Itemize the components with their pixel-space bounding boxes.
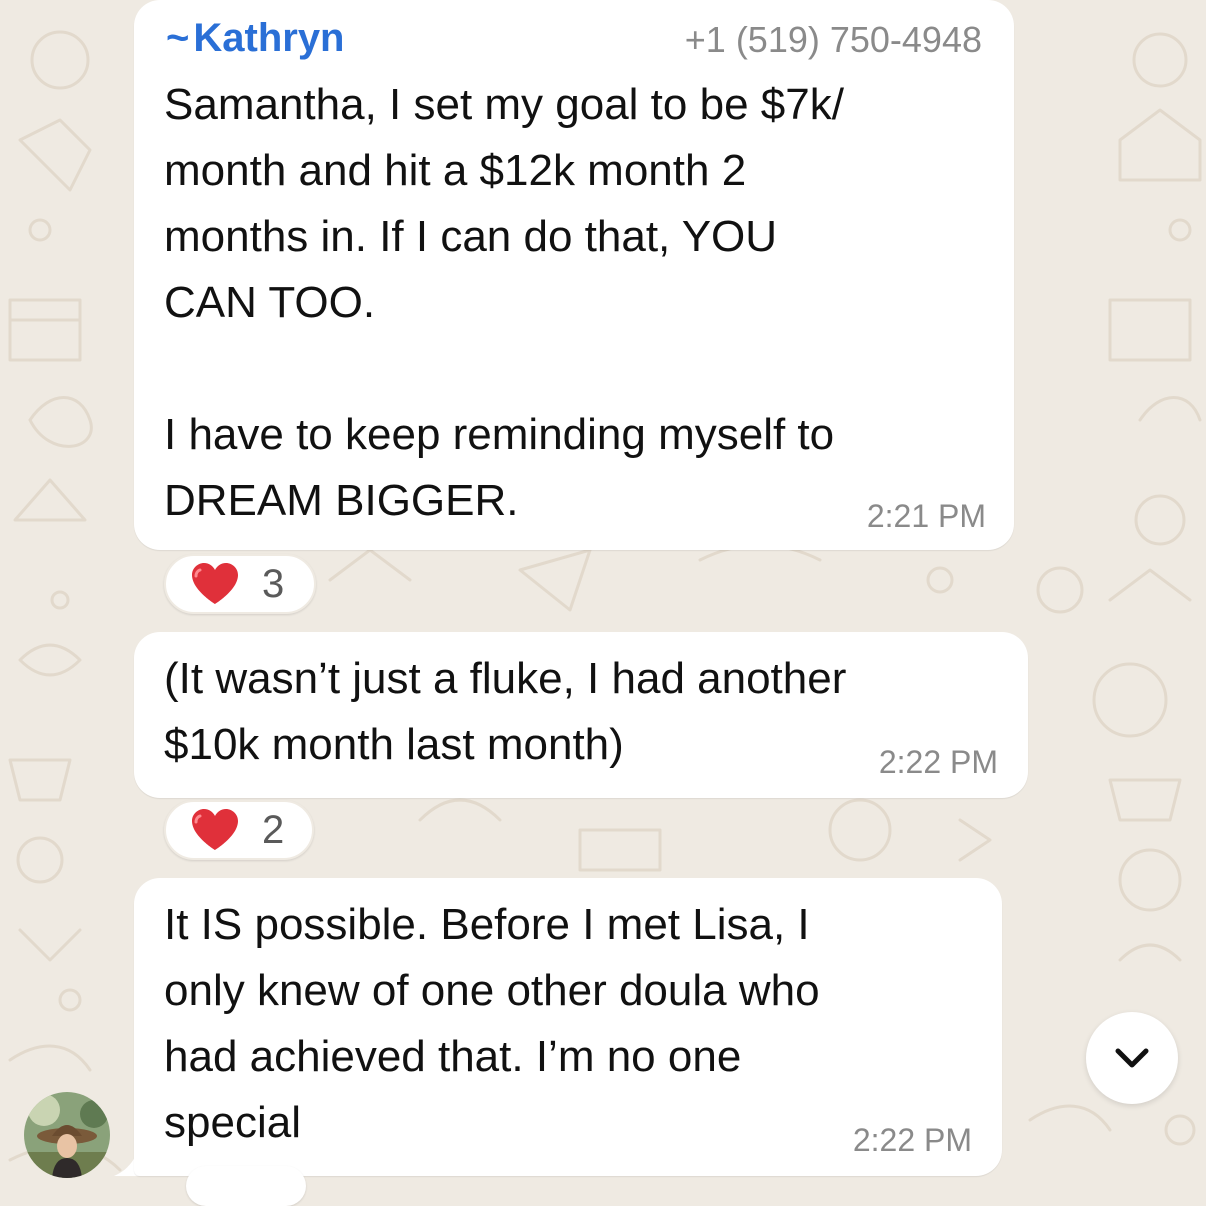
- chevron-down-icon: [1115, 1048, 1149, 1068]
- sender-name[interactable]: ~ Kathryn: [166, 14, 345, 62]
- heart-emoji-icon: [192, 809, 238, 850]
- sender-avatar-photo: [24, 1092, 110, 1178]
- message-bubble[interactable]: (It wasn’t just a fluke, I had another $…: [134, 632, 1028, 798]
- message-timestamp: 2:21 PM: [866, 498, 986, 534]
- sender-avatar[interactable]: [24, 1092, 110, 1178]
- message-reaction[interactable]: [186, 1166, 306, 1206]
- message-timestamp: 2:22 PM: [852, 1122, 972, 1158]
- message-text: Samantha, I set my goal to be $7k/ month…: [164, 80, 844, 525]
- message-text: It IS possible. Before I met Lisa, I onl…: [164, 900, 820, 1147]
- message-reaction[interactable]: 3: [164, 554, 316, 614]
- reaction-count: 2: [262, 808, 285, 852]
- message-bubble[interactable]: ~ Kathryn +1 (519) 750-4948 Samantha, I s…: [134, 0, 1014, 550]
- message-timestamp: 2:22 PM: [878, 744, 998, 780]
- sender-name-text: Kathryn: [193, 16, 345, 60]
- sender-prefix: ~: [166, 16, 190, 60]
- scroll-to-bottom-button[interactable]: [1086, 1012, 1178, 1104]
- sender-phone-number[interactable]: +1 (519) 750-4948: [685, 18, 982, 62]
- message-reaction[interactable]: 2: [164, 800, 314, 860]
- message-bubble[interactable]: It IS possible. Before I met Lisa, I onl…: [134, 878, 1002, 1176]
- reaction-count: 3: [262, 562, 285, 606]
- heart-emoji-icon: [192, 563, 238, 604]
